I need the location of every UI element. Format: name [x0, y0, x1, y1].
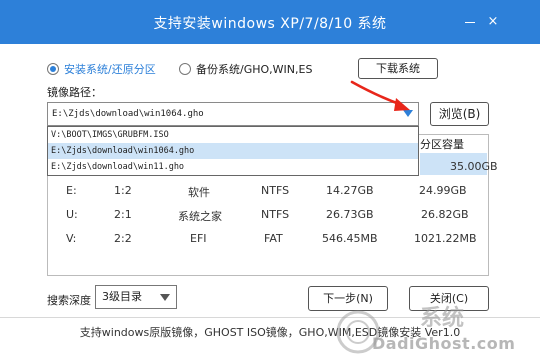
table-cell-label[interactable]: 软件 — [188, 184, 210, 200]
dropdown-option-selected[interactable]: E:\Zjds\download\win1064.gho — [48, 143, 418, 159]
dropdown-option[interactable]: E:\Zjds\download\win11.gho — [48, 159, 418, 175]
table-cell-index[interactable]: 2:1 — [114, 208, 132, 221]
window-title: 支持安装windows XP/7/8/10 系统 — [153, 16, 387, 32]
browse-button[interactable]: 浏览(B) — [430, 102, 489, 126]
table-cell-free[interactable]: 546.45MB — [322, 232, 378, 245]
backup-radio[interactable] — [179, 63, 191, 75]
table-cell-index[interactable]: 2:2 — [114, 232, 132, 245]
image-path-dropdown-list[interactable]: V:\BOOT\IMGS\GRUBFM.ISO E:\Zjds\download… — [47, 126, 419, 176]
table-cell-drive[interactable]: V: — [66, 232, 76, 245]
table-cell-capacity[interactable]: 26.82GB — [421, 208, 469, 221]
table-cell-drive[interactable]: U: — [66, 208, 78, 221]
minimize-icon[interactable] — [463, 15, 477, 29]
table-cell-fs[interactable]: NTFS — [261, 208, 289, 221]
search-depth-label: 搜索深度 — [47, 294, 91, 307]
search-depth-value: 3级目录 — [102, 290, 142, 303]
dropdown-option[interactable]: V:\BOOT\IMGS\GRUBFM.ISO — [48, 127, 418, 143]
table-cell-capacity[interactable]: 1021.22MB — [414, 232, 477, 245]
install-radio-label[interactable]: 安装系统/还原分区 — [64, 61, 156, 77]
install-radio[interactable] — [47, 63, 59, 75]
image-path-value: E:\Zjds\download\win1064.gho — [52, 109, 204, 119]
table-cell-fs[interactable]: NTFS — [261, 184, 289, 197]
download-system-button[interactable]: 下载系统 — [358, 58, 438, 79]
watermark-text: 系统 — [420, 306, 465, 331]
backup-radio-label[interactable]: 备份系统/GHO,WIN,ES — [196, 61, 312, 77]
table-cell-fs[interactable]: FAT — [264, 232, 283, 245]
table-cell-label[interactable]: EFI — [190, 232, 207, 245]
table-cell-free[interactable]: 14.27GB — [326, 184, 374, 197]
table-cell-capacity[interactable]: 24.99GB — [419, 184, 467, 197]
table-cell-index[interactable]: 1:2 — [114, 184, 132, 197]
column-header-capacity: 分区容量 — [420, 138, 464, 151]
table-cell-label[interactable]: 系统之家 — [178, 208, 222, 224]
image-path-label: 镜像路径： — [47, 86, 102, 99]
table-cell-free[interactable]: 26.73GB — [326, 208, 374, 221]
title-bar: 支持安装windows XP/7/8/10 系统 × — [0, 0, 540, 44]
annotation-arrow-icon — [350, 80, 410, 111]
table-cell-drive[interactable]: E: — [66, 184, 77, 197]
table-cell-capacity[interactable]: 35.00GB — [450, 160, 498, 173]
close-icon[interactable]: × — [486, 15, 500, 29]
watermark-site: DadiGhost.com — [372, 334, 516, 353]
chevron-down-icon[interactable] — [160, 294, 170, 301]
